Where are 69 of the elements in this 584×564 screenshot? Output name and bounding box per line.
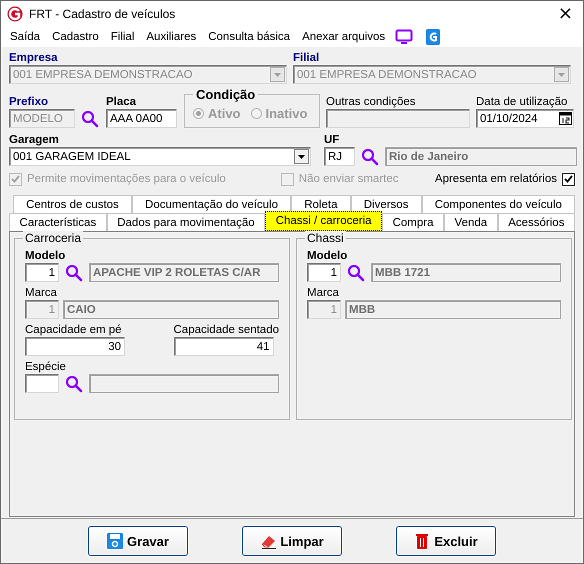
menu-item[interactable]: Saída: [4, 31, 46, 43]
tab[interactable]: Diversos: [350, 195, 422, 213]
search-icon[interactable]: [65, 264, 83, 282]
text-field[interactable]: 1: [25, 263, 59, 282]
checkmark-icon: [11, 175, 20, 183]
clear-button[interactable]: Limpar: [242, 526, 342, 556]
menu-item[interactable]: Anexar arquivos: [296, 31, 392, 43]
app-logo-icon: [7, 6, 23, 22]
eraser-icon: [260, 533, 276, 549]
field-label: Filial: [293, 51, 320, 65]
field-label: Data de utilização: [476, 95, 568, 109]
group-title: Chassi: [305, 231, 346, 245]
text-field[interactable]: 30: [25, 337, 125, 356]
tab[interactable]: Compra: [382, 213, 444, 231]
tab[interactable]: Centros de custos: [13, 195, 132, 213]
tab[interactable]: Acessórios: [498, 213, 575, 231]
window-title: FRT - Cadastro de veículos: [29, 7, 176, 21]
text-field[interactable]: RJ: [324, 147, 355, 166]
tab[interactable]: Chassi / carroceria: [265, 211, 382, 231]
tab[interactable]: Venda: [444, 213, 498, 231]
field-label: Outras condições: [326, 95, 416, 109]
date-field[interactable]: 01/10/2024: [476, 109, 574, 128]
field-label: UF: [324, 133, 340, 147]
group-title: Carroceria: [23, 231, 84, 245]
field-label: Capacidade em pé: [25, 323, 123, 337]
app-icon[interactable]: [425, 28, 442, 46]
field-label: Capacidade sentado: [174, 323, 279, 337]
name-field[interactable]: MBB: [345, 300, 561, 319]
search-icon[interactable]: [347, 264, 365, 282]
name-field[interactable]: APACHE VIP 2 ROLETAS C/AR: [89, 263, 279, 282]
tab[interactable]: Características: [9, 213, 107, 231]
calendar-icon[interactable]: [559, 112, 572, 125]
tab[interactable]: Dados para movimentação: [106, 213, 266, 231]
field-label: Prefixo: [9, 95, 49, 109]
field-label: Empresa: [9, 51, 59, 65]
menu-item[interactable]: Filial: [104, 31, 140, 43]
name-field[interactable]: MBB 1721: [371, 263, 561, 282]
checkbox[interactable]: Apresenta em relatórios: [434, 172, 575, 186]
group-title: Condição: [193, 87, 258, 102]
field-label: Modelo: [25, 249, 66, 263]
checkmark-icon: [564, 175, 573, 183]
field-label: Marca: [25, 286, 58, 300]
name-field[interactable]: Rio de Janeiro: [385, 147, 577, 166]
field-label: Modelo: [307, 249, 348, 263]
text-field[interactable]: 41: [174, 337, 274, 356]
menu-item[interactable]: Consulta básica: [202, 31, 296, 43]
monitor-icon[interactable]: [395, 29, 414, 45]
text-field[interactable]: 1: [307, 263, 341, 282]
field-label: Placa: [106, 95, 138, 109]
search-icon[interactable]: [361, 148, 379, 166]
tab[interactable]: Componentes do veículo: [422, 195, 576, 213]
search-icon[interactable]: [65, 374, 83, 392]
name-field[interactable]: CAIO: [63, 300, 279, 319]
search-icon[interactable]: [81, 110, 99, 128]
field-label: Espécie: [25, 360, 67, 374]
caret-icon[interactable]: [298, 154, 305, 158]
field-label: Marca: [307, 286, 340, 300]
field-label: Garagem: [9, 133, 60, 147]
menu-item[interactable]: Auxiliares: [140, 31, 202, 43]
name-field[interactable]: [89, 374, 279, 393]
text-field[interactable]: [25, 374, 59, 393]
save-button[interactable]: Gravar: [88, 526, 188, 556]
tab[interactable]: Documentação do veículo: [132, 195, 292, 213]
close-button[interactable]: ×: [554, 5, 577, 23]
delete-button[interactable]: Excluir: [396, 526, 496, 556]
trash-icon: [414, 533, 430, 549]
text-field[interactable]: AAA 0A00: [106, 109, 177, 128]
dropdown-field[interactable]: 001 GARAGEM IDEAL: [9, 147, 311, 166]
menu-item[interactable]: Cadastro: [46, 31, 105, 43]
